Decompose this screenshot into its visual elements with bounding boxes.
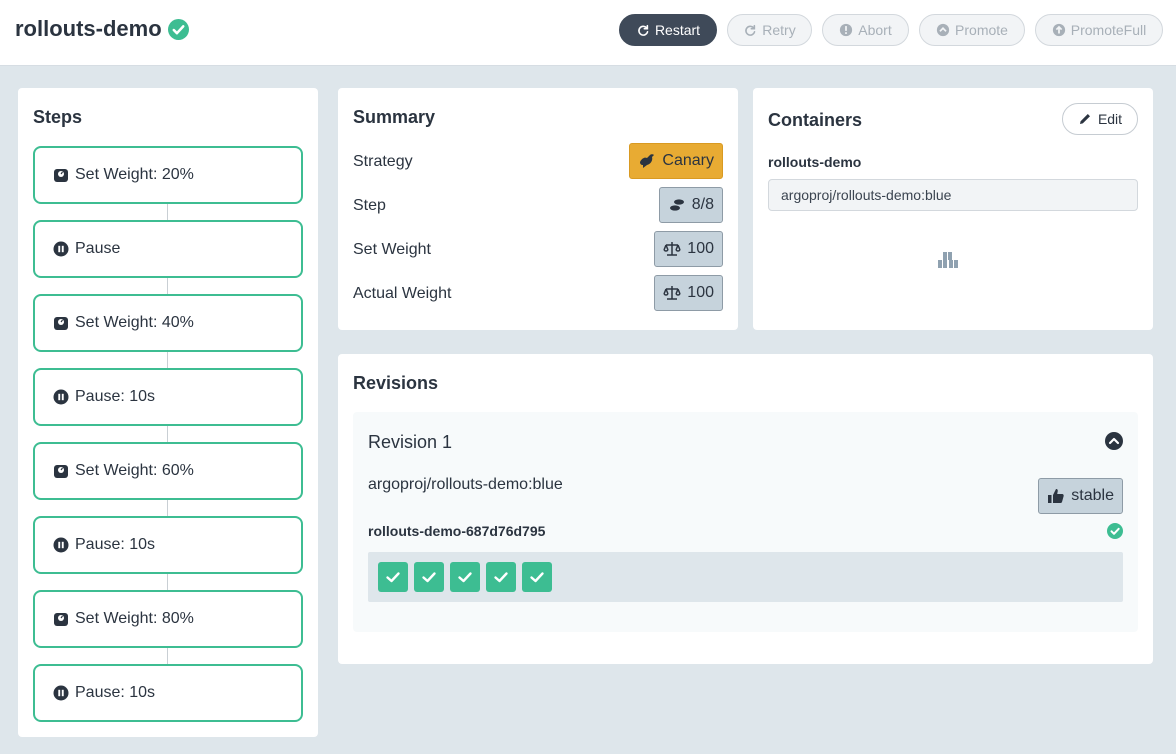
- step-item[interactable]: Pause: 10s: [33, 664, 303, 722]
- check-circle-icon: [167, 18, 189, 40]
- revision-title: Revision 1: [368, 432, 453, 452]
- pause-circle-icon: [53, 537, 69, 553]
- step-connector: [167, 204, 168, 220]
- summary-title: Summary: [353, 107, 436, 127]
- step-item[interactable]: Set Weight: 20%: [33, 146, 303, 204]
- edit-button[interactable]: Edit: [1062, 103, 1138, 135]
- actual-weight-label: Actual Weight: [353, 285, 452, 302]
- containers-panel: Containers Edit rollouts-demo argoproj/r…: [753, 88, 1153, 330]
- weight-icon: [54, 317, 68, 330]
- check-icon: [530, 572, 544, 583]
- redo-icon: [745, 24, 756, 36]
- pod-status[interactable]: [378, 562, 408, 592]
- retry-button[interactable]: Retry: [727, 14, 812, 46]
- abort-button[interactable]: Abort: [822, 14, 909, 46]
- pod-status[interactable]: [486, 562, 516, 592]
- step-item[interactable]: Pause: 10s: [33, 368, 303, 426]
- check-icon: [494, 572, 508, 583]
- cubes-icon: [938, 252, 958, 268]
- pause-circle-icon: [53, 241, 69, 257]
- step-badge: 8/8: [658, 187, 723, 223]
- promote-button[interactable]: Promote: [919, 14, 1025, 46]
- containers-title: Containers: [768, 110, 863, 130]
- restart-button[interactable]: Restart: [619, 14, 717, 46]
- step-connector: [167, 574, 168, 590]
- step-item[interactable]: Set Weight: 80%: [33, 590, 303, 648]
- pod-status[interactable]: [414, 562, 444, 592]
- container-name: rollouts-demo: [768, 154, 862, 170]
- actual-weight-badge: 100: [654, 275, 723, 311]
- step-item[interactable]: Set Weight: 40%: [33, 294, 303, 352]
- step-connector: [167, 352, 168, 368]
- step-item[interactable]: Pause: [33, 220, 303, 278]
- balance-scale-icon: [663, 286, 681, 300]
- pause-circle-icon: [53, 685, 69, 701]
- check-icon: [458, 572, 472, 583]
- strategy-badge: Canary: [629, 143, 723, 179]
- shoe-prints-icon: [669, 199, 684, 211]
- revision-card: Revision 1 argoproj/rollouts-demo:blue s…: [353, 412, 1138, 632]
- check-icon: [386, 572, 400, 583]
- step-item[interactable]: Set Weight: 60%: [33, 442, 303, 500]
- steps-title: Steps: [33, 107, 83, 127]
- check-icon: [422, 572, 436, 583]
- replicaset-name: rollouts-demo-687d76d795: [368, 523, 546, 539]
- pod-status[interactable]: [522, 562, 552, 592]
- weight-icon: [54, 169, 68, 182]
- set-weight-badge: 100: [654, 231, 723, 267]
- sync-icon: [638, 24, 649, 36]
- revisions-title: Revisions: [353, 373, 439, 393]
- container-image-field[interactable]: argoproj/rollouts-demo:blue: [768, 179, 1138, 211]
- pod-list: [368, 552, 1123, 602]
- chevron-up-circle-icon[interactable]: [1105, 432, 1123, 450]
- arrow-circle-up-icon: [1052, 23, 1065, 37]
- revision-image: argoproj/rollouts-demo:blue: [368, 476, 563, 493]
- step-connector: [167, 500, 168, 516]
- step-connector: [167, 278, 168, 294]
- summary-panel: Summary Strategy Canary Step 8/8 Set Wei…: [338, 88, 738, 330]
- stable-badge: stable: [1038, 478, 1123, 514]
- weight-icon: [54, 465, 68, 478]
- pod-status[interactable]: [450, 562, 480, 592]
- step-item[interactable]: Pause: 10s: [33, 516, 303, 574]
- thumbs-up-icon: [1048, 489, 1065, 503]
- rollout-title: rollouts-demo: [15, 16, 189, 42]
- step-label: Step: [353, 197, 386, 214]
- chevron-circle-up-icon: [936, 23, 950, 37]
- set-weight-label: Set Weight: [353, 241, 431, 258]
- balance-scale-icon: [663, 242, 681, 256]
- revisions-panel: Revisions Revision 1 argoproj/rollouts-d…: [338, 354, 1153, 664]
- pencil-icon: [1079, 114, 1090, 124]
- pause-circle-icon: [53, 389, 69, 405]
- weight-icon: [54, 613, 68, 626]
- check-circle-icon: [1107, 523, 1123, 539]
- steps-panel: Steps Set Weight: 20% Pause Set Weight: …: [18, 88, 318, 737]
- dove-icon: [640, 154, 655, 168]
- step-connector: [167, 426, 168, 442]
- step-connector: [167, 648, 168, 664]
- rollout-name: rollouts-demo: [15, 16, 162, 41]
- exclamation-circle-icon: [840, 23, 853, 37]
- top-bar: rollouts-demo Restart Retry Abort Promot…: [0, 0, 1176, 66]
- strategy-label: Strategy: [353, 153, 413, 170]
- promote-full-button[interactable]: PromoteFull: [1035, 14, 1163, 46]
